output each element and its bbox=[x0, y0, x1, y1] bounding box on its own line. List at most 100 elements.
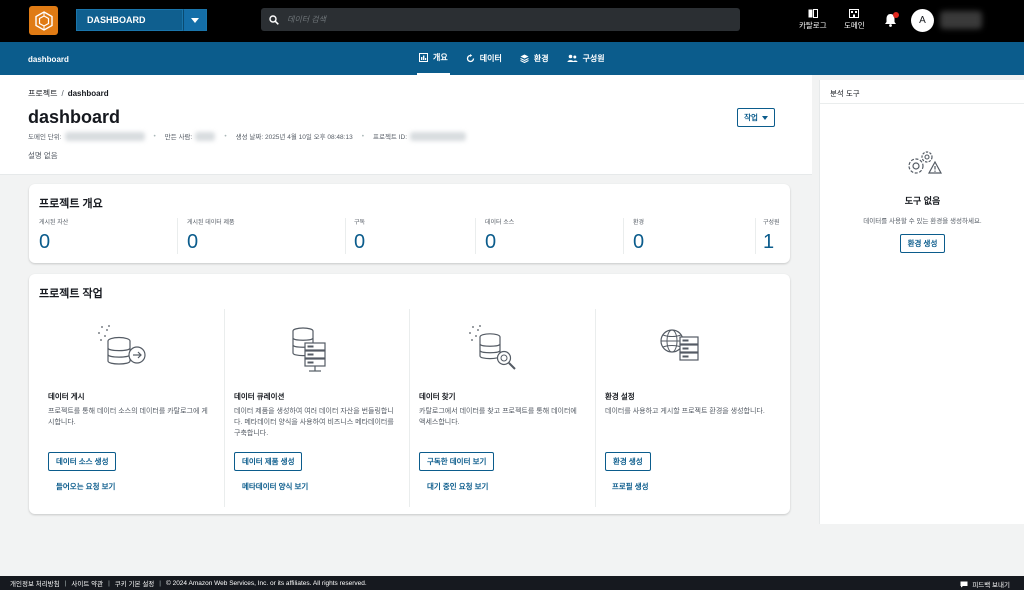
database-search-icon bbox=[469, 325, 516, 370]
stat-value: 0 bbox=[187, 231, 199, 253]
side-create-environment-button[interactable]: 환경 생성 bbox=[900, 234, 945, 253]
create-data-product-button[interactable]: 데이터 제품 생성 bbox=[234, 452, 303, 471]
action-title: 데이터 게시 bbox=[48, 392, 85, 401]
domain-button[interactable]: 도메인 bbox=[844, 9, 865, 31]
action-description: 프로젝트를 통해 데이터 소스의 데이터를 카탈로그에 게시합니다. bbox=[48, 408, 208, 426]
no-tools-text: 데이터를 사용할 수 있는 환경을 생성하세요. bbox=[863, 218, 982, 225]
stat-published-data-products[interactable]: 게시된 데이터 제품 0 bbox=[187, 217, 235, 255]
stat-subscriptions[interactable]: 구독 0 bbox=[354, 217, 365, 255]
stat-divider bbox=[345, 218, 346, 254]
search-input[interactable] bbox=[287, 15, 687, 24]
stat-members[interactable]: 구성원 1 bbox=[763, 217, 780, 255]
meta-domain-unit: 도메인 단위: bbox=[28, 134, 62, 141]
stat-value: 1 bbox=[763, 231, 775, 253]
stat-label: 환경 bbox=[633, 220, 645, 226]
user-name-redacted bbox=[940, 11, 982, 29]
tab-overview-label: 개요 bbox=[433, 53, 448, 62]
tab-data[interactable]: 데이터 bbox=[464, 42, 504, 75]
stat-environments[interactable]: 환경 0 bbox=[633, 217, 644, 255]
building-icon bbox=[849, 9, 860, 18]
project-nav-bar: dashboard 개요 데이터 환경 구성원 bbox=[0, 42, 1024, 75]
create-data-source-button[interactable]: 데이터 소스 생성 bbox=[48, 452, 117, 471]
action-find-data: 데이터 찾기 카탈로그에서 데이터를 찾고 프로젝트를 통해 데이터에 액세스합… bbox=[401, 309, 587, 501]
feedback-button[interactable]: 피드백 보내기 bbox=[960, 579, 1010, 589]
refresh-icon bbox=[466, 54, 474, 63]
stat-divider bbox=[623, 218, 624, 254]
breadcrumb-root[interactable]: 프로젝트 bbox=[28, 89, 57, 98]
stat-label: 구성원 bbox=[763, 220, 780, 226]
stat-label: 구독 bbox=[354, 220, 366, 226]
meta-created-by-redacted bbox=[195, 131, 216, 141]
project-actions-card: 프로젝트 작업 데이터 게시 프로젝트를 통해 데이터 소스의 데이터를 카탈로… bbox=[29, 274, 790, 514]
create-profile-link[interactable]: 프로필 생성 bbox=[612, 481, 649, 492]
project-selector[interactable]: DASHBOARD bbox=[76, 9, 207, 31]
action-title: 환경 설정 bbox=[605, 392, 635, 401]
view-metadata-forms-link[interactable]: 메타데이터 양식 보기 bbox=[242, 481, 308, 492]
tab-environment-label: 환경 bbox=[533, 54, 549, 63]
tab-data-label: 데이터 bbox=[479, 54, 502, 63]
project-selector-name[interactable]: DASHBOARD bbox=[76, 9, 183, 31]
view-pending-requests-link[interactable]: 대기 중인 요청 보기 bbox=[427, 481, 488, 492]
view-subscribed-data-button[interactable]: 구독한 데이터 보기 bbox=[419, 452, 495, 471]
logo-icon bbox=[34, 10, 53, 31]
database-publish-icon bbox=[98, 325, 146, 365]
side-panel-title: 분석 도구 bbox=[830, 89, 860, 98]
stat-data-sources[interactable]: 데이터 소스 0 bbox=[485, 217, 514, 255]
breadcrumb: 프로젝트 / dashboard bbox=[28, 88, 109, 99]
side-panel-divider bbox=[820, 103, 1024, 104]
cookie-preferences-link[interactable]: 쿠키 기본 설정 bbox=[115, 578, 155, 588]
server-stack-icon bbox=[292, 327, 326, 372]
create-environment-button[interactable]: 환경 생성 bbox=[605, 452, 651, 471]
stat-label: 게시된 자산 bbox=[39, 220, 69, 226]
overview-icon bbox=[419, 53, 428, 62]
action-description: 카탈로그에서 데이터를 찾고 프로젝트를 통해 데이터에 액세스합니다. bbox=[419, 408, 577, 426]
notification-badge bbox=[893, 12, 899, 18]
actions-dropdown-button[interactable]: 작업 bbox=[737, 108, 775, 127]
top-bar: DASHBOARD 카탈로그 도메인 A bbox=[0, 0, 1024, 42]
page-title: dashboard bbox=[28, 107, 121, 127]
footer: 개인정보 처리방침 | 사이트 약관 | 쿠키 기본 설정 | © 2024 A… bbox=[0, 576, 1024, 590]
actions-title: 프로젝트 작업 bbox=[39, 288, 103, 300]
stat-value: 0 bbox=[485, 231, 497, 253]
terms-link[interactable]: 사이트 약관 bbox=[71, 578, 103, 588]
catalog-label: 카탈로그 bbox=[799, 21, 827, 30]
copyright-text: © 2024 Amazon Web Services, Inc. or its … bbox=[165, 579, 367, 587]
action-curate-data: 데이터 큐레이션 데이터 제품을 생성하여 여러 데이터 자산을 번들링합니다.… bbox=[216, 309, 402, 501]
user-avatar[interactable]: A bbox=[911, 9, 934, 32]
stat-label: 게시된 데이터 제품 bbox=[187, 220, 235, 226]
action-publish-data: 데이터 게시 프로젝트를 통해 데이터 소스의 데이터를 카탈로그에 게시합니다… bbox=[30, 309, 216, 501]
gears-warning-icon bbox=[908, 151, 943, 174]
project-description: 설명 없음 bbox=[28, 151, 58, 160]
project-selector-dropdown[interactable] bbox=[183, 9, 207, 31]
meta-project-id-redacted bbox=[410, 131, 467, 141]
app-logo[interactable] bbox=[29, 6, 58, 35]
action-title: 데이터 찾기 bbox=[419, 392, 456, 401]
no-tools-heading: 도구 없음 bbox=[904, 196, 941, 206]
book-icon bbox=[808, 9, 818, 18]
overview-title: 프로젝트 개요 bbox=[39, 198, 103, 210]
privacy-link[interactable]: 개인정보 처리방침 bbox=[10, 578, 60, 588]
search-bar[interactable] bbox=[261, 8, 740, 31]
globe-server-icon bbox=[660, 329, 699, 361]
meta-project-id: 프로젝트 ID: bbox=[372, 134, 408, 141]
tab-members[interactable]: 구성원 bbox=[565, 42, 607, 75]
view-incoming-requests-link[interactable]: 들어오는 요청 보기 bbox=[56, 481, 115, 492]
stat-value: 0 bbox=[39, 231, 51, 253]
feedback-label: 피드백 보내기 bbox=[972, 582, 1010, 589]
stat-published-assets[interactable]: 게시된 자산 0 bbox=[39, 217, 68, 255]
layers-icon bbox=[520, 54, 529, 63]
stat-value: 0 bbox=[633, 231, 645, 253]
caret-down-icon bbox=[191, 17, 199, 23]
tab-environment[interactable]: 환경 bbox=[518, 42, 551, 75]
stat-divider bbox=[475, 218, 476, 254]
meta-created-date: 생성 날짜: 2025년 4월 10일 오후 08:48:13 bbox=[235, 134, 353, 141]
project-meta: 도메인 단위: • 만든 사람: • 생성 날짜: 2025년 4월 10일 오… bbox=[28, 131, 467, 141]
action-description: 데이터 제품을 생성하여 여러 데이터 자산을 번들링합니다. 메타데이터 양식… bbox=[234, 408, 394, 437]
actions-dropdown-label: 작업 bbox=[744, 113, 758, 122]
breadcrumb-current: dashboard bbox=[67, 89, 109, 98]
search-icon bbox=[269, 14, 279, 25]
catalog-button[interactable]: 카탈로그 bbox=[799, 9, 827, 31]
tab-overview[interactable]: 개요 bbox=[417, 42, 450, 75]
analytics-tools-panel: 분석 도구 도구 없음 데이터를 사용할 수 있는 환경을 생성하세요. 환경 … bbox=[819, 80, 1024, 524]
stat-value: 0 bbox=[354, 231, 366, 253]
